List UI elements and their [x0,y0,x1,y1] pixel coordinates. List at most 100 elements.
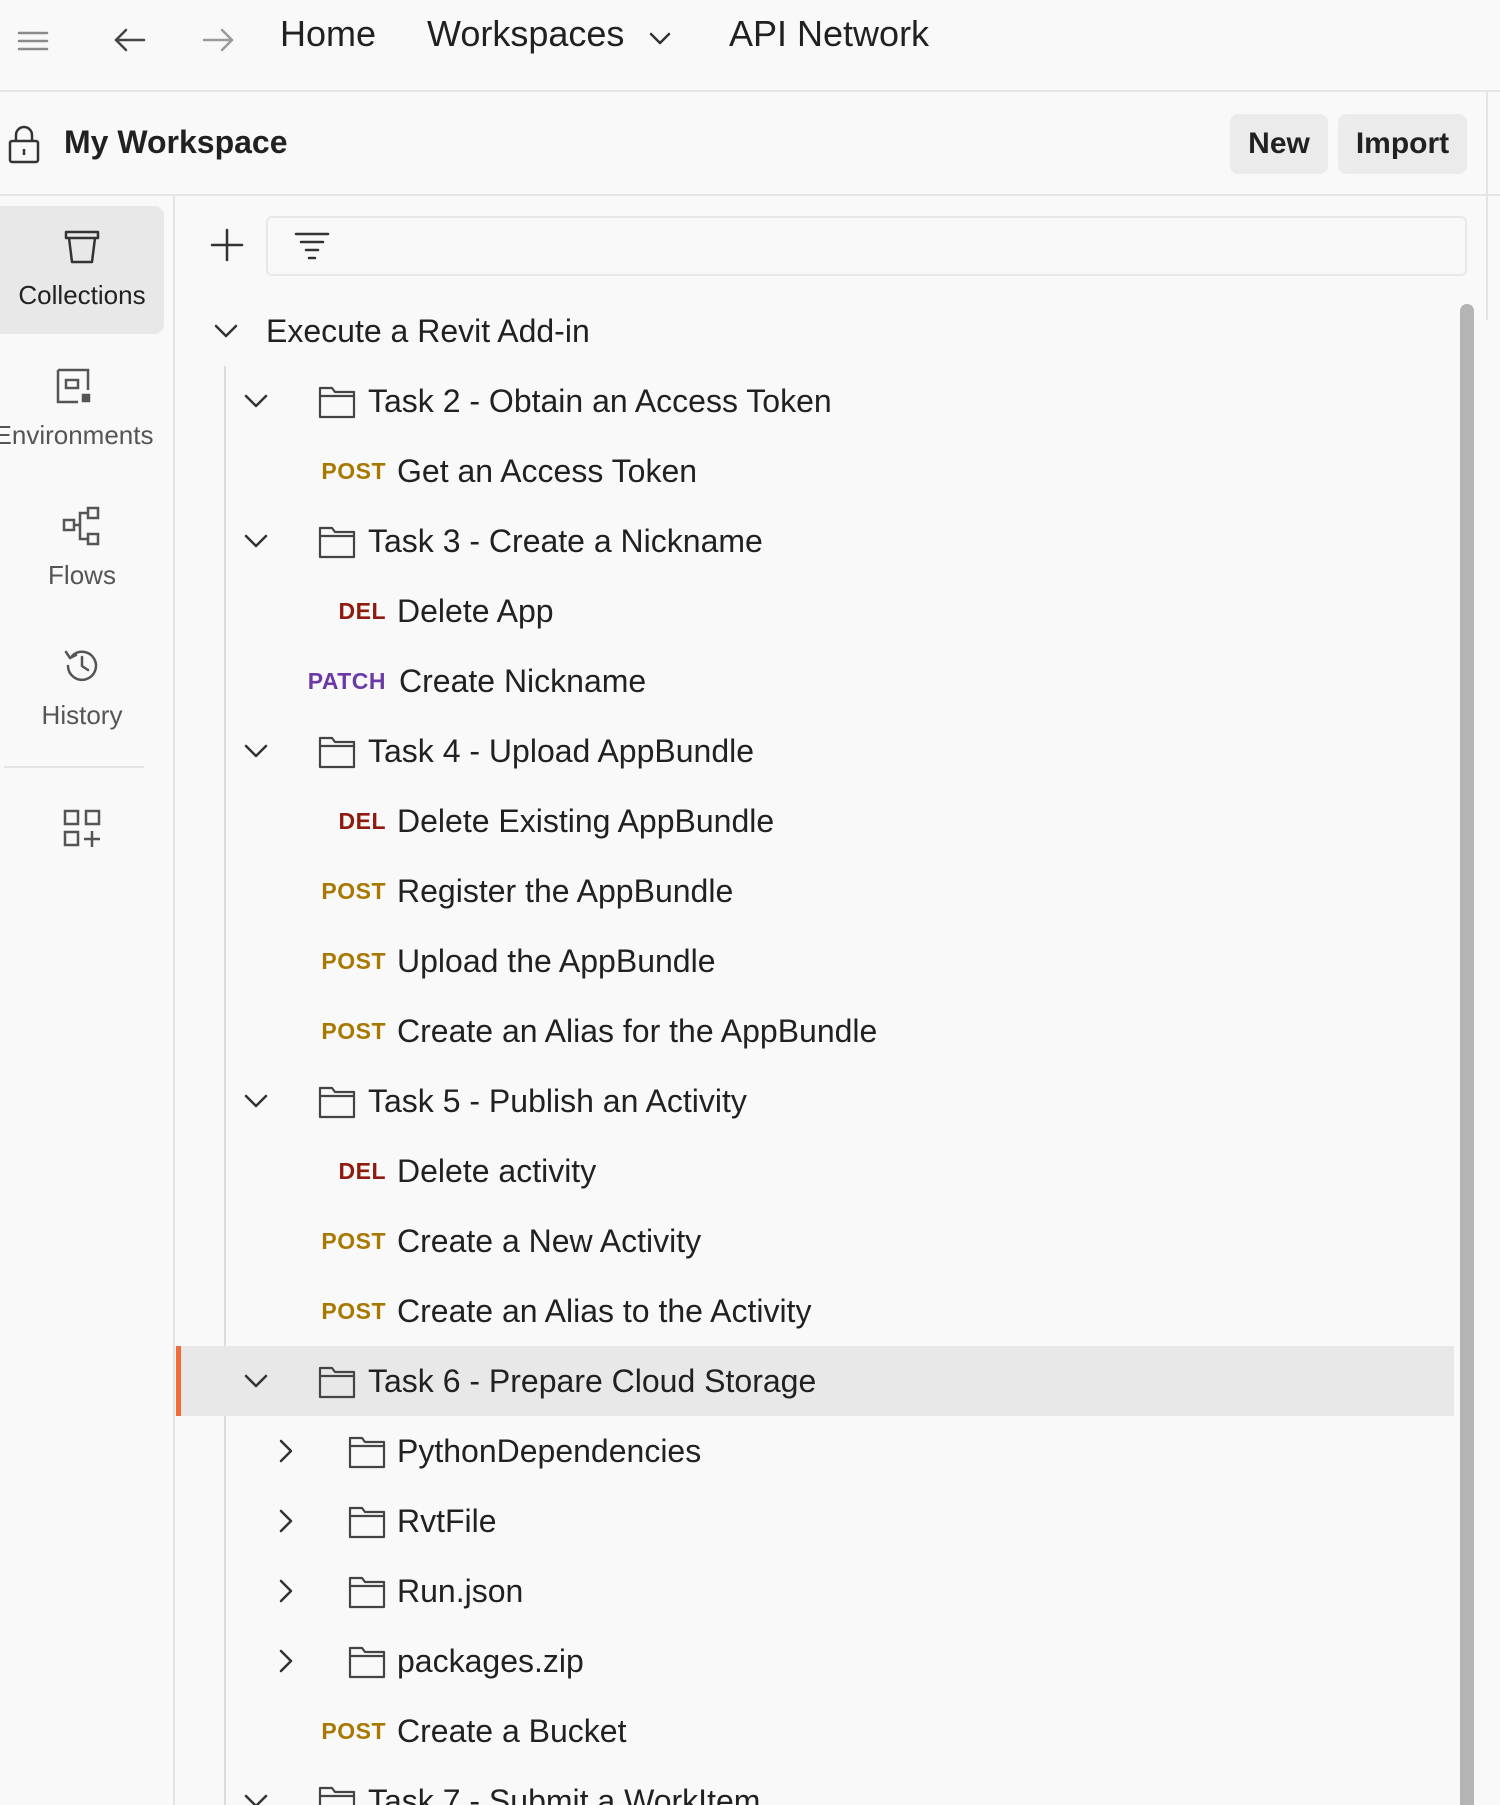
folder-icon [348,1506,386,1539]
request-row[interactable]: DEL Delete App [176,576,1454,646]
request-name: Register the AppBundle [397,873,734,909]
import-button[interactable]: Import [1338,114,1467,174]
folder-row[interactable]: Task 7 - Submit a WorkItem [176,1766,1454,1805]
add-apps-icon [63,809,101,847]
folder-name: Task 5 - Publish an Activity [368,1083,747,1119]
request-name: Create a New Activity [397,1223,702,1259]
add-collection-button[interactable] [204,222,250,268]
method-badge: DEL [338,808,386,834]
request-row[interactable]: PATCH Create Nickname [176,646,1454,716]
chevron-right-icon[interactable] [270,1575,302,1607]
sidebar-item-label: Environments [0,420,154,450]
folder-row[interactable]: Task 6 - Prepare Cloud Storage [176,1346,1454,1416]
method-badge: PATCH [307,668,386,694]
folder-name: PythonDependencies [397,1433,702,1469]
subfolder-row[interactable]: packages.zip [176,1626,1454,1696]
collection-tree: Execute a Revit Add-in Task 2 - Obtain a… [176,296,1454,1805]
workspace-title: My Workspace [64,124,288,160]
new-button[interactable]: New [1230,114,1328,174]
folder-name: Task 6 - Prepare Cloud Storage [368,1363,817,1399]
folder-name: Run.json [397,1573,524,1609]
folder-icon [318,736,356,769]
subfolder-row[interactable]: PythonDependencies [176,1416,1454,1486]
folder-row[interactable]: Task 3 - Create a Nickname [176,506,1454,576]
folder-row[interactable]: Task 4 - Upload AppBundle [176,716,1454,786]
scrollbar[interactable] [1460,304,1474,1805]
method-badge: POST [321,1018,386,1044]
sidebar-item-environments[interactable]: Environments [0,346,164,474]
method-badge: POST [321,948,386,974]
request-row[interactable]: DEL Delete Existing AppBundle [176,786,1454,856]
sidebar-item-label: Collections [18,280,146,310]
method-badge: POST [321,458,386,484]
panel-divider [1486,92,1488,320]
request-name: Delete App [397,593,554,629]
request-row[interactable]: POST Get an Access Token [176,436,1454,506]
method-badge: DEL [338,598,386,624]
filter-icon[interactable] [294,230,330,264]
sidebar-item-collections[interactable]: Collections [0,206,164,334]
collection-row[interactable]: Execute a Revit Add-in [176,296,1454,366]
chevron-down-icon[interactable] [240,1365,272,1397]
request-name: Delete Existing AppBundle [397,803,775,839]
chevron-right-icon[interactable] [270,1435,302,1467]
folder-icon [318,1786,356,1805]
folder-row[interactable]: Task 5 - Publish an Activity [176,1066,1454,1136]
folder-name: Task 4 - Upload AppBundle [368,733,755,769]
folder-icon [348,1576,386,1609]
folder-name: Task 7 - Submit a WorkItem [368,1783,761,1805]
sidebar-item-history[interactable]: History [0,626,164,754]
request-name: Get an Access Token [397,453,698,489]
sidebar-item-flows[interactable]: Flows [0,486,164,614]
back-arrow-icon[interactable] [108,18,152,62]
method-badge: POST [321,878,386,904]
chevron-down-icon[interactable] [240,1085,272,1117]
environment-icon [56,368,91,404]
request-row[interactable]: POST Create a New Activity [176,1206,1454,1276]
nav-home[interactable]: Home [280,12,376,56]
chevron-down-icon[interactable] [210,315,242,347]
request-row[interactable]: POST Create a Bucket [176,1696,1454,1766]
chevron-down-icon[interactable] [240,735,272,767]
request-name: Create an Alias for the AppBundle [397,1013,878,1049]
flows-icon [62,506,100,546]
method-badge: DEL [338,1158,386,1184]
folder-icon [318,386,356,419]
request-row[interactable]: POST Register the AppBundle [176,856,1454,926]
chevron-down-icon[interactable] [240,385,272,417]
plus-icon [210,228,244,262]
chevron-right-icon[interactable] [270,1505,302,1537]
request-row[interactable]: POST Create an Alias to the Activity [176,1276,1454,1346]
menu-icon[interactable] [14,22,52,60]
request-name: Create Nickname [399,663,647,699]
sidebar: Collections Environments Flows History [0,196,175,1805]
method-badge: POST [321,1718,386,1744]
sidebar-add-apps[interactable] [0,792,164,872]
chevron-down-icon[interactable] [240,1785,272,1805]
lock-icon [6,122,42,166]
collection-name: Execute a Revit Add-in [266,313,590,349]
nav-workspaces[interactable]: Workspaces [427,12,624,56]
folder-row[interactable]: Task 2 - Obtain an Access Token [176,366,1454,436]
folder-name: Task 3 - Create a Nickname [368,523,763,559]
request-name: Create a Bucket [397,1713,627,1749]
folder-icon [318,1366,356,1399]
request-row[interactable]: POST Upload the AppBundle [176,926,1454,996]
folder-icon [318,1086,356,1119]
request-row[interactable]: DEL Delete activity [176,1136,1454,1206]
request-name: Delete activity [397,1153,597,1189]
chevron-down-icon[interactable] [642,20,678,56]
nav-api-network[interactable]: API Network [729,12,929,56]
subfolder-row[interactable]: Run.json [176,1556,1454,1626]
chevron-down-icon[interactable] [240,525,272,557]
filter-bar[interactable] [266,216,1467,276]
forward-arrow-icon[interactable] [196,18,240,62]
request-name: Create an Alias to the Activity [397,1293,812,1329]
subfolder-row[interactable]: RvtFile [176,1486,1454,1556]
folder-name: RvtFile [397,1503,497,1539]
request-row[interactable]: POST Create an Alias for the AppBundle [176,996,1454,1066]
top-nav-bar: Home Workspaces API Network [0,0,1500,92]
workspace-header: My Workspace New Import [0,92,1500,196]
chevron-right-icon[interactable] [270,1645,302,1677]
filter-input[interactable] [328,218,1448,274]
